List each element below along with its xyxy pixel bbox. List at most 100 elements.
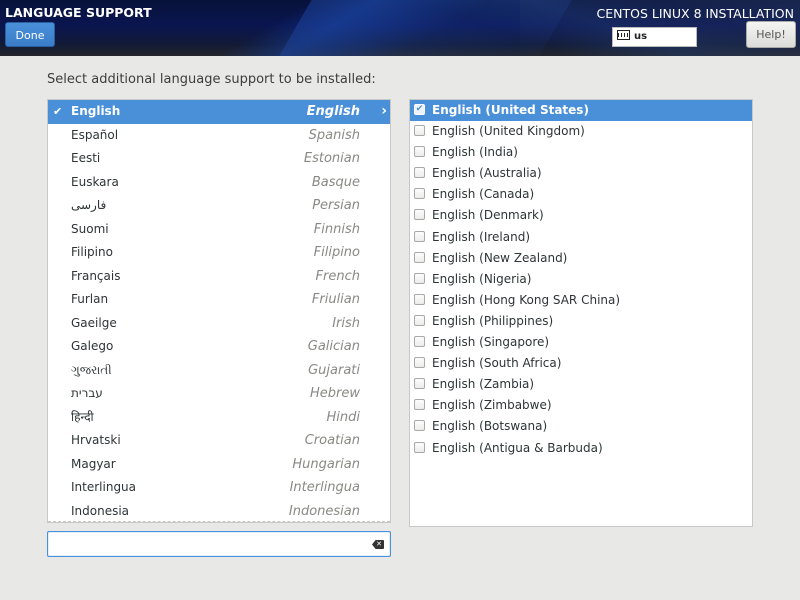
- language-native-name: Hrvatski: [71, 433, 121, 447]
- language-list-item[interactable]: Eesti Estonian: [48, 147, 390, 171]
- locale-checkbox[interactable]: [414, 230, 425, 242]
- locale-list-item[interactable]: English (Denmark): [410, 205, 752, 226]
- language-native-name: ગુજરાતી: [71, 362, 112, 377]
- locale-checkbox[interactable]: [414, 146, 425, 158]
- locale-checkbox[interactable]: ✔: [414, 104, 425, 115]
- keyboard-layout-indicator[interactable]: us: [612, 27, 697, 47]
- locale-checkbox[interactable]: [414, 251, 425, 263]
- language-english-name: Interlingua: [289, 480, 360, 495]
- locale-checkbox[interactable]: [414, 167, 425, 179]
- language-native-name: Galego: [71, 339, 114, 353]
- locale-label: English (Singapore): [432, 335, 550, 350]
- locale-list-item[interactable]: English (Ireland): [410, 227, 752, 248]
- language-list-item[interactable]: हिन्दी Hindi: [48, 406, 390, 430]
- locale-list-item[interactable]: English (South Africa): [410, 353, 752, 374]
- language-list-item[interactable]: ✔ English English ›: [48, 100, 390, 124]
- language-list[interactable]: ✔ English English › Español Spanish Eesti Eston…: [47, 99, 391, 523]
- locale-checkbox[interactable]: [414, 420, 425, 432]
- page-title: LANGUAGE SUPPORT: [5, 5, 152, 20]
- locale-label: English (Canada): [432, 187, 535, 202]
- language-english-name: Irish: [332, 315, 360, 331]
- locale-list[interactable]: ✔ English (United States) English (United …: [409, 99, 753, 527]
- language-list-item[interactable]: ગુજરાતી Gujarati: [48, 359, 390, 383]
- language-english-name: Filipino: [313, 245, 360, 260]
- locale-label: English (United States): [432, 103, 589, 117]
- help-button[interactable]: Help!: [746, 21, 796, 48]
- locale-checkbox[interactable]: [414, 441, 425, 453]
- language-list-item[interactable]: Gaeilge Irish: [48, 312, 390, 336]
- language-native-name: Suomi: [71, 221, 109, 236]
- language-native-name: עברית: [71, 386, 103, 400]
- locale-label: English (Zimbabwe): [432, 398, 552, 413]
- language-english-name: Friulian: [311, 292, 360, 307]
- language-english-name: Indonesian: [288, 503, 360, 519]
- locale-list-item[interactable]: English (Nigeria): [410, 269, 752, 290]
- locale-list-item[interactable]: English (Zimbabwe): [410, 395, 752, 416]
- locale-checkbox[interactable]: [414, 378, 425, 390]
- language-list-item[interactable]: Filipino Filipino: [48, 241, 390, 265]
- locale-checkbox[interactable]: [414, 314, 425, 326]
- language-list-item[interactable]: Interlingua Interlingua: [48, 476, 390, 500]
- language-list-item[interactable]: Suomi Finnish: [48, 218, 390, 242]
- locale-checkbox[interactable]: [414, 399, 425, 411]
- locale-label: English (United Kingdom): [432, 124, 585, 139]
- locale-checkbox[interactable]: [414, 357, 425, 369]
- locale-list-item[interactable]: English (Canada): [410, 184, 752, 205]
- locale-checkbox[interactable]: [414, 293, 425, 305]
- locale-checkbox[interactable]: [414, 272, 425, 284]
- language-native-name: Furlan: [71, 292, 109, 306]
- language-english-name: Spanish: [308, 127, 360, 143]
- locale-list-item[interactable]: English (India): [410, 142, 752, 163]
- language-english-name: Gujarati: [308, 362, 360, 378]
- locale-list-item[interactable]: English (United Kingdom): [410, 121, 752, 142]
- locale-checkbox[interactable]: [414, 209, 425, 221]
- language-list-item[interactable]: Furlan Friulian: [48, 288, 390, 312]
- language-list-item[interactable]: Español Spanish: [48, 124, 390, 148]
- locale-label: English (Zambia): [432, 377, 535, 392]
- language-native-name: हिन्दी: [71, 409, 94, 424]
- locale-checkbox[interactable]: [414, 125, 425, 137]
- language-search-field[interactable]: ✕: [47, 531, 391, 557]
- locale-list-item[interactable]: English (Zambia): [410, 374, 752, 395]
- locale-list-item[interactable]: English (Australia): [410, 163, 752, 184]
- locale-label: English (Botswana): [432, 419, 548, 434]
- locale-list-item[interactable]: English (Philippines): [410, 311, 752, 332]
- locale-label: English (Philippines): [432, 313, 554, 328]
- locale-list-item[interactable]: English (Singapore): [410, 332, 752, 353]
- language-native-name: Euskara: [71, 174, 119, 189]
- language-list-item[interactable]: فارسی Persian: [48, 194, 390, 218]
- locale-list-item[interactable]: ✔ English (United States): [410, 100, 752, 122]
- keyboard-icon: [617, 30, 630, 40]
- done-button[interactable]: Done: [5, 22, 55, 47]
- locale-list-item[interactable]: English (Botswana): [410, 416, 752, 437]
- keyboard-layout-label: us: [634, 31, 648, 42]
- language-list-item[interactable]: Hrvatski Croatian: [48, 429, 390, 453]
- locale-list-item[interactable]: English (Antigua & Barbuda): [410, 438, 752, 459]
- language-list-item[interactable]: Magyar Hungarian: [48, 453, 390, 477]
- search-input[interactable]: [54, 535, 358, 555]
- clear-text-icon[interactable]: ✕: [372, 540, 384, 549]
- checkmark-icon: ✔: [53, 105, 63, 118]
- language-english-name: French: [315, 268, 360, 284]
- language-native-name: Eesti: [71, 151, 101, 165]
- instruction-label: Select additional language support to be…: [47, 72, 376, 87]
- language-list-item[interactable]: Indonesia Indonesian: [48, 500, 390, 523]
- locale-checkbox[interactable]: [414, 336, 425, 348]
- language-english-name: Hindi: [326, 409, 361, 425]
- language-english-name: Croatian: [304, 433, 360, 448]
- chevron-right-icon: ›: [381, 103, 387, 119]
- locale-list-item[interactable]: English (Hong Kong SAR China): [410, 290, 752, 311]
- locale-label: English (Hong Kong SAR China): [432, 292, 621, 307]
- locale-label: English (New Zealand): [432, 250, 568, 265]
- locale-list-item[interactable]: English (New Zealand): [410, 248, 752, 269]
- language-list-item[interactable]: Galego Galician: [48, 335, 390, 359]
- language-english-name: Persian: [312, 198, 360, 213]
- language-list-item[interactable]: Euskara Basque: [48, 171, 390, 195]
- language-list-item[interactable]: עברית Hebrew: [48, 382, 390, 406]
- locale-checkbox[interactable]: [414, 188, 425, 200]
- language-english-name: Galician: [307, 339, 360, 354]
- language-native-name: English: [71, 104, 121, 118]
- language-english-name: English: [306, 104, 360, 119]
- language-list-item[interactable]: Français French: [48, 265, 390, 289]
- language-native-name: Interlingua: [71, 480, 137, 494]
